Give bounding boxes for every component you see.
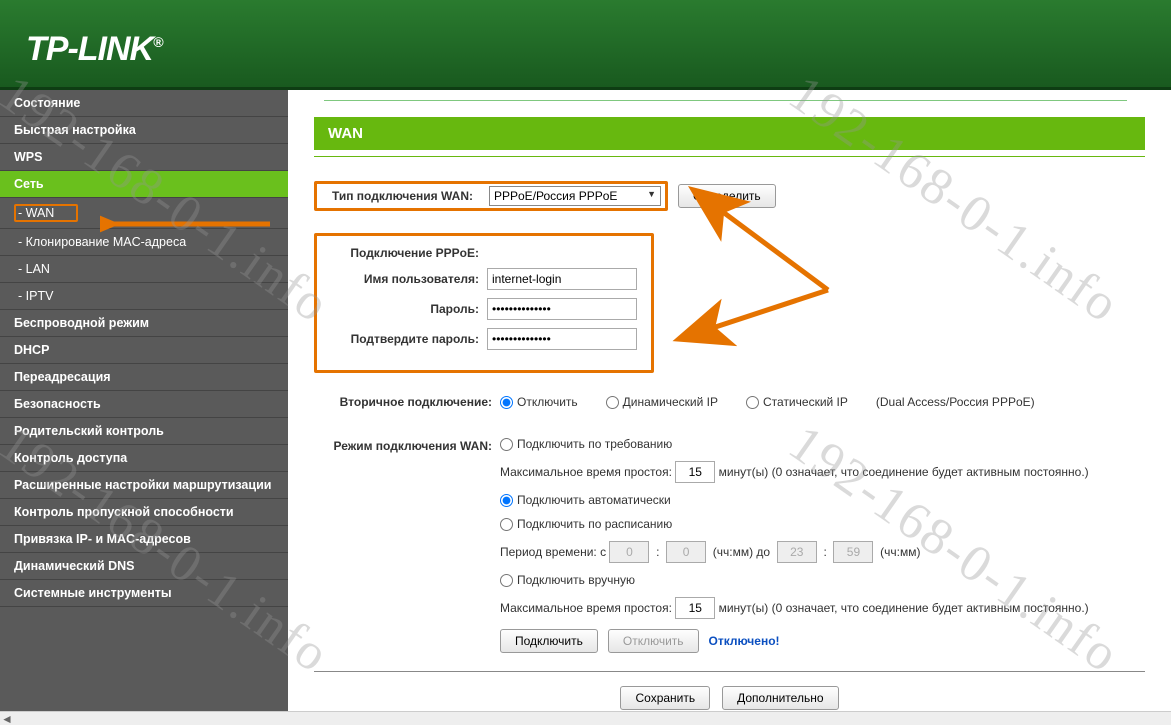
mode-manual-radio[interactable]: Подключить вручную	[500, 573, 635, 587]
sidebar-item-16[interactable]: Привязка IP- и MAC-адресов	[0, 526, 288, 553]
save-button[interactable]: Сохранить	[620, 686, 710, 710]
connect-button[interactable]: Подключить	[500, 629, 598, 653]
detect-button[interactable]: Определить	[678, 184, 776, 208]
mode-sched-radio[interactable]: Подключить по расписанию	[500, 517, 672, 531]
sidebar-item-17[interactable]: Динамический DNS	[0, 553, 288, 580]
idle2-suffix: минут(ы) (0 означает, что соединение буд…	[719, 601, 1089, 615]
sched-to-h[interactable]	[777, 541, 817, 563]
sidebar-item-4[interactable]: - WAN	[0, 198, 288, 229]
sidebar-nav: СостояниеБыстрая настройкаWPSСеть- WAN- …	[0, 90, 288, 725]
pppoe-heading: Подключение PPPoE:	[317, 246, 487, 260]
secondary-suffix: (Dual Access/Россия PPPoE)	[876, 395, 1035, 409]
idle-label: Максимальное время простоя:	[500, 465, 672, 479]
pppoe-block: Подключение PPPoE: Имя пользователя: Пар…	[314, 233, 654, 373]
mode-auto-radio[interactable]: Подключить автоматически	[500, 493, 671, 507]
sidebar-item-7[interactable]: - IPTV	[0, 283, 288, 310]
page-title: WAN	[314, 117, 1145, 150]
secondary-dyn-radio[interactable]: Динамический IP	[606, 395, 718, 409]
connection-status: Отключено!	[709, 634, 780, 648]
mode-demand-radio[interactable]: Подключить по требованию	[500, 437, 672, 451]
sidebar-item-10[interactable]: Переадресация	[0, 364, 288, 391]
sidebar-item-14[interactable]: Расширенные настройки маршрутизации	[0, 472, 288, 499]
hhmm2: (чч:мм)	[880, 545, 920, 559]
password-label: Пароль:	[317, 302, 487, 316]
conn-mode-label: Режим подключения WAN:	[314, 437, 500, 453]
confirm-password-input[interactable]	[487, 328, 637, 350]
idle-time-input[interactable]	[675, 461, 715, 483]
sched-from-m[interactable]	[666, 541, 706, 563]
sidebar-item-12[interactable]: Родительский контроль	[0, 418, 288, 445]
sidebar-item-3[interactable]: Сеть	[0, 171, 288, 198]
header-banner: TP-LINK®	[0, 0, 1171, 90]
hhmm1: (чч:мм) до	[713, 545, 770, 559]
disconnect-button[interactable]: Отключить	[608, 629, 699, 653]
horizontal-scrollbar[interactable]: ◄	[0, 711, 1171, 725]
wan-type-label: Тип подключения WAN:	[321, 189, 481, 203]
sidebar-item-18[interactable]: Системные инструменты	[0, 580, 288, 607]
username-label: Имя пользователя:	[317, 272, 487, 286]
sidebar-item-0[interactable]: Состояние	[0, 90, 288, 117]
sidebar-item-13[interactable]: Контроль доступа	[0, 445, 288, 472]
idle-suffix: минут(ы) (0 означает, что соединение буд…	[719, 465, 1089, 479]
confirm-password-label: Подтвердите пароль:	[317, 332, 487, 346]
password-input[interactable]	[487, 298, 637, 320]
sidebar-item-11[interactable]: Безопасность	[0, 391, 288, 418]
sidebar-item-2[interactable]: WPS	[0, 144, 288, 171]
brand-logo: TP-LINK®	[0, 0, 1171, 69]
main-content: WAN Тип подключения WAN: PPPoE/Россия PP…	[288, 90, 1171, 725]
sidebar-item-15[interactable]: Контроль пропускной способности	[0, 499, 288, 526]
advanced-button[interactable]: Дополнительно	[722, 686, 838, 710]
sidebar-item-1[interactable]: Быстрая настройка	[0, 117, 288, 144]
wan-type-select[interactable]: PPPoE/Россия PPPoE	[489, 186, 661, 206]
sidebar-item-8[interactable]: Беспроводной режим	[0, 310, 288, 337]
sidebar-item-9[interactable]: DHCP	[0, 337, 288, 364]
scroll-left-icon[interactable]: ◄	[0, 712, 14, 726]
secondary-off-radio[interactable]: Отключить	[500, 395, 578, 409]
sched-to-m[interactable]	[833, 541, 873, 563]
idle2-time-input[interactable]	[675, 597, 715, 619]
username-input[interactable]	[487, 268, 637, 290]
period-label: Период времени: с	[500, 545, 606, 559]
sched-from-h[interactable]	[609, 541, 649, 563]
secondary-static-radio[interactable]: Статический IP	[746, 395, 848, 409]
idle2-label: Максимальное время простоя:	[500, 601, 672, 615]
secondary-conn-label: Вторичное подключение:	[314, 395, 500, 409]
sidebar-item-6[interactable]: - LAN	[0, 256, 288, 283]
sidebar-item-5[interactable]: - Клонирование MAC-адреса	[0, 229, 288, 256]
